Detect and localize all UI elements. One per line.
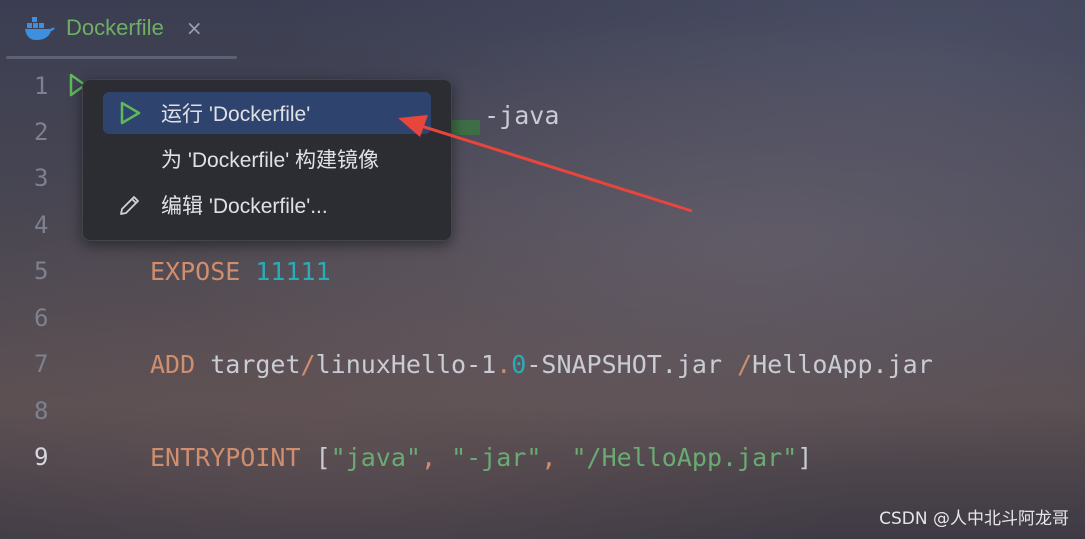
annotation-arrow (398, 115, 693, 213)
watermark: CSDN @人中北斗阿龙哥 (879, 509, 1069, 529)
